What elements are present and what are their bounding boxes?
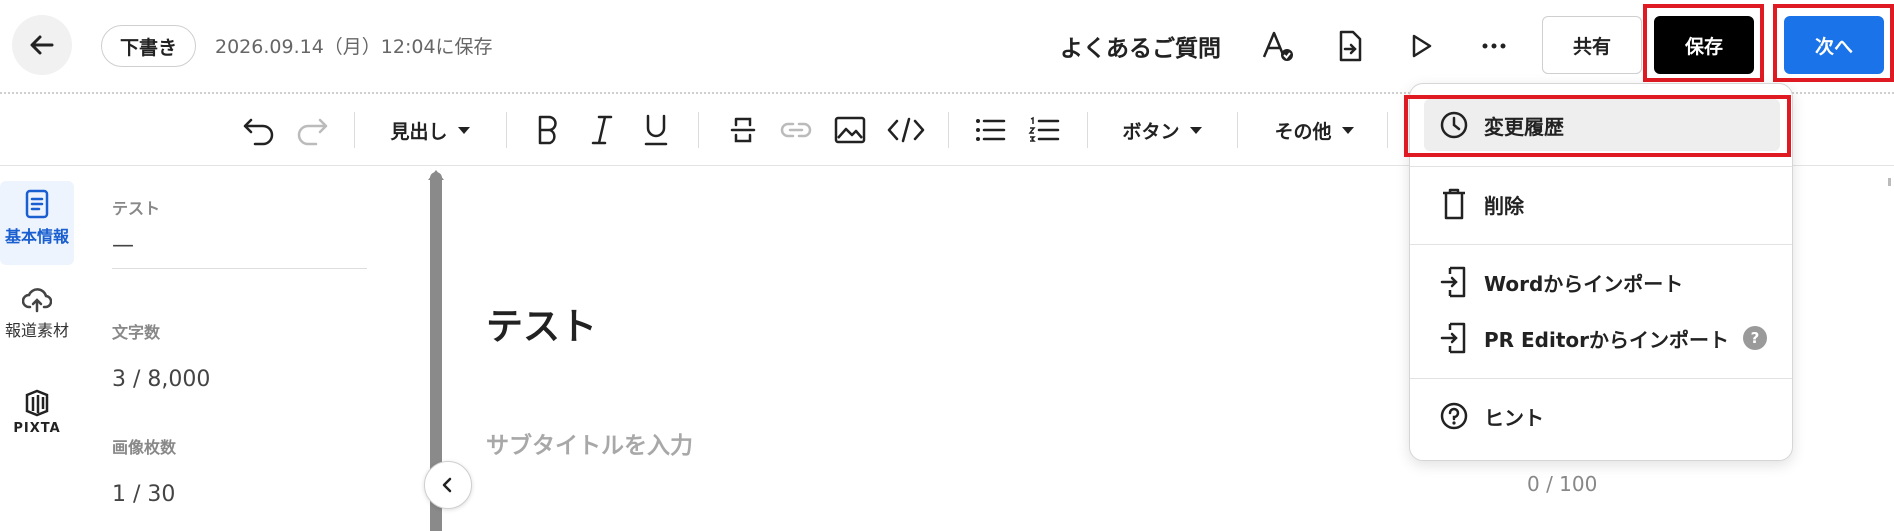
help-question-icon[interactable]: ? xyxy=(1743,326,1768,350)
editor-screen: 下書き 2026.09.14（月）12:04に保存 よくあるご質問 共有 保存 … xyxy=(0,0,1894,531)
italic-icon xyxy=(591,115,613,145)
numbered-list-icon xyxy=(1028,116,1060,142)
image-icon xyxy=(834,116,866,144)
menu-item-import-word[interactable]: Wordからインポート xyxy=(1424,256,1780,308)
link-button[interactable] xyxy=(776,110,816,150)
undo-icon xyxy=(243,118,274,146)
nav-item-label: 報道素材 xyxy=(4,321,69,340)
nav-item-basic-info[interactable]: 基本情報 xyxy=(0,181,74,265)
divider-button[interactable] xyxy=(723,110,763,150)
nav-item-label: PIXTA xyxy=(13,421,61,436)
info-panel: テスト — 文字数 3 / 8,000 画像枚数 1 / 30 xyxy=(112,195,367,507)
toolbar-separator xyxy=(1237,112,1238,148)
collapse-panel-button[interactable] xyxy=(424,461,472,509)
toolbar-separator xyxy=(354,112,355,148)
heading-dropdown-label: 見出し xyxy=(390,120,448,143)
subtitle-input[interactable]: サブタイトルを入力 xyxy=(486,426,693,460)
share-button[interactable]: 共有 xyxy=(1542,16,1642,74)
subtitle-char-count: 0 / 100 xyxy=(1527,472,1598,496)
menu-separator xyxy=(1410,166,1792,167)
button-dropdown-label: ボタン xyxy=(1122,120,1180,143)
nav-item-press-material[interactable]: 報道素材 xyxy=(0,287,74,341)
chevron-down-icon xyxy=(1189,126,1202,134)
more-icon xyxy=(1482,43,1506,49)
save-button[interactable]: 保存 xyxy=(1654,16,1754,74)
back-arrow-icon xyxy=(30,35,54,55)
char-count-value: 3 / 8,000 xyxy=(112,367,211,392)
toolbar-separator xyxy=(698,112,699,148)
redo-icon xyxy=(297,118,328,146)
chevron-left-icon xyxy=(442,477,452,493)
article-title[interactable]: テスト xyxy=(486,296,597,350)
import-icon xyxy=(1440,266,1466,298)
image-button[interactable] xyxy=(830,110,870,150)
pixta-logo-icon xyxy=(25,389,49,417)
next-button[interactable]: 次へ xyxy=(1784,16,1884,74)
code-icon xyxy=(887,117,925,143)
image-count-value: 1 / 30 xyxy=(112,482,176,507)
chevron-down-icon xyxy=(1341,126,1354,134)
left-navigation: 基本情報 報道素材 PIXTA xyxy=(0,167,84,531)
trash-icon xyxy=(1443,188,1465,220)
back-button[interactable] xyxy=(12,15,72,75)
other-dropdown[interactable]: その他 xyxy=(1264,110,1364,150)
draft-status-badge: 下書き xyxy=(101,25,197,67)
upload-cloud-icon xyxy=(22,288,52,313)
bullet-list-icon xyxy=(976,119,1006,141)
menu-item-label: ヒント xyxy=(1484,405,1544,430)
divider-icon xyxy=(730,117,756,143)
help-circle-icon xyxy=(1440,402,1468,430)
button-dropdown[interactable]: ボタン xyxy=(1112,110,1212,150)
nav-item-label: 基本情報 xyxy=(4,227,69,246)
proofread-button[interactable] xyxy=(1258,26,1298,66)
menu-item-label: PR Editorからインポート xyxy=(1484,327,1730,352)
more-button[interactable] xyxy=(1474,26,1514,66)
menu-item-label: Wordからインポート xyxy=(1484,271,1684,296)
code-button[interactable] xyxy=(884,110,928,150)
menu-item-import-pr-editor[interactable]: PR Editorからインポート ? xyxy=(1424,312,1780,364)
link-icon xyxy=(780,122,812,138)
other-dropdown-label: その他 xyxy=(1274,120,1332,143)
underline-icon xyxy=(644,114,668,146)
import-icon xyxy=(1440,322,1466,354)
top-bar: 下書き 2026.09.14（月）12:04に保存 よくあるご質問 共有 保存 … xyxy=(0,0,1894,92)
underline-button[interactable] xyxy=(636,110,676,150)
play-icon xyxy=(1412,34,1432,58)
menu-item-hint[interactable]: ヒント xyxy=(1424,390,1780,442)
bold-button[interactable] xyxy=(528,110,568,150)
font-check-icon xyxy=(1262,31,1293,61)
history-highlight-box xyxy=(1404,95,1791,157)
undo-button[interactable] xyxy=(237,110,281,150)
toolbar-separator xyxy=(1387,112,1388,148)
menu-separator xyxy=(1410,378,1792,379)
preview-button[interactable] xyxy=(1401,26,1441,66)
redo-button[interactable] xyxy=(290,110,334,150)
italic-button[interactable] xyxy=(582,110,622,150)
title-label: テスト xyxy=(112,199,161,218)
export-button[interactable] xyxy=(1330,26,1370,66)
title-dash: — xyxy=(112,233,134,258)
chevron-down-icon xyxy=(457,126,470,134)
bullet-list-button[interactable] xyxy=(970,110,1010,150)
char-count-label: 文字数 xyxy=(112,323,161,342)
info-divider xyxy=(112,268,367,269)
right-scrollbar[interactable] xyxy=(1888,178,1891,186)
saved-timestamp: 2026.09.14（月）12:04に保存 xyxy=(215,36,493,58)
menu-item-delete[interactable]: 削除 xyxy=(1424,178,1780,230)
menu-item-label: 削除 xyxy=(1484,193,1524,218)
document-icon xyxy=(25,189,49,219)
toolbar-separator xyxy=(506,112,507,148)
nav-item-pixta[interactable]: PIXTA xyxy=(0,389,74,436)
document-title: よくあるご質問 xyxy=(1060,36,1221,62)
toolbar-separator xyxy=(948,112,949,148)
heading-dropdown[interactable]: 見出し xyxy=(380,110,480,150)
toolbar-separator xyxy=(1087,112,1088,148)
export-doc-icon xyxy=(1339,30,1362,62)
menu-separator xyxy=(1410,244,1792,245)
image-count-label: 画像枚数 xyxy=(112,438,177,457)
numbered-list-button[interactable] xyxy=(1024,110,1064,150)
bold-icon xyxy=(538,115,557,145)
